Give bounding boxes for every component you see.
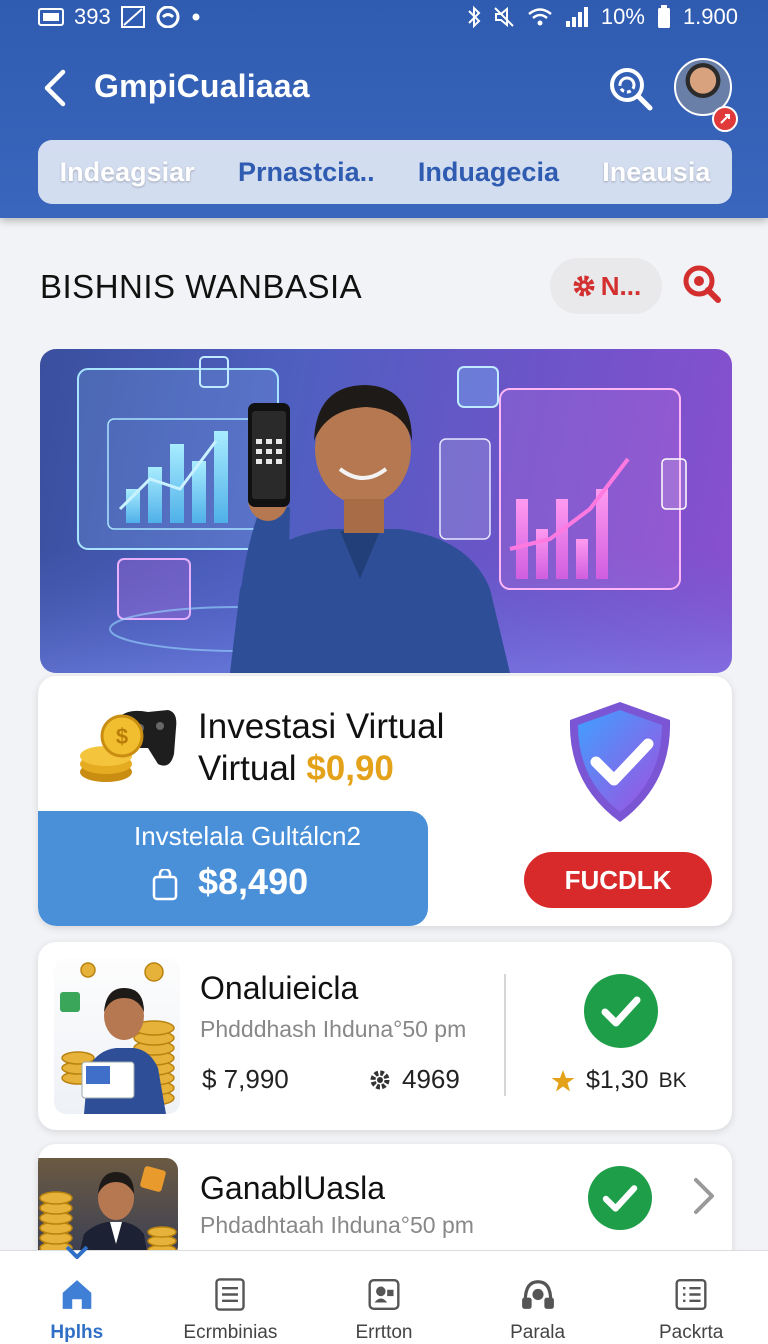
bottom-nav: Hplhs Ecrmbinias Errtton Parala Packrta [0,1245,768,1344]
invest-action-button[interactable]: FUCDLK [524,852,712,908]
signal-icon [565,7,589,27]
invest-amount-panel[interactable]: Invstelala Gultálcn2 $8,490 [38,811,428,926]
investor-photo [38,1158,178,1258]
scan-search-button[interactable] [606,64,654,112]
scan-search-icon [610,68,653,111]
active-indicator-icon [65,1245,89,1259]
status-clock: 1.900 [682,4,738,29]
nav-item-packages[interactable]: Packrta [616,1251,766,1344]
top-bar: GmpiCualiaaa [0,52,768,132]
gear-badge-icon [370,1070,390,1089]
app-header: 393 10% 1.900 GmpiCualiaaa Indeagsiar Pr… [0,0,768,218]
section-title: BISHNIS WANBASIA [40,268,363,305]
nav-item-home[interactable]: Hplhs [2,1245,152,1344]
wifi-icon [527,7,553,27]
hero-banner[interactable] [40,349,732,673]
tab-1[interactable]: Prnastcia.. [238,157,375,188]
status-bar: 393 10% 1.900 [0,0,768,34]
battery-icon [657,5,671,29]
back-button[interactable] [34,62,74,114]
dot-icon [191,12,201,22]
notification-badge [712,106,738,132]
investor-photo [54,958,180,1114]
item-title: GanablUasla [200,1170,385,1206]
nav-label: Packrta [658,1322,724,1343]
nav-item-profile[interactable]: Parala [463,1251,613,1344]
bag-icon [152,867,178,901]
investment-list-item[interactable]: Onaluieicla Phdddhash Ihduna°50 pm $ 7,9… [38,942,732,1130]
chevron-right-icon[interactable] [686,1174,722,1218]
mute-icon [493,6,515,28]
verified-check-icon [584,974,658,1048]
item-subtitle: Phdadhtaah Ihduna°50 pm [200,1212,474,1238]
tab-0[interactable]: Indeagsiar [60,157,195,188]
home-icon [62,1280,92,1309]
id-card-icon [368,1278,400,1311]
divider [504,974,506,1096]
item-reward-suffix: BK [658,1068,687,1092]
search-icon [683,265,721,303]
nav-label: Ecrmbinias [183,1322,278,1343]
category-tabs: Indeagsiar Prnastcia.. Induagecia Ineaus… [38,140,732,204]
wifi-call-icon [155,6,181,28]
item-rating-value: 4969 [402,1064,460,1094]
verified-check-icon [588,1166,652,1230]
tab-2[interactable]: Induagecia [418,157,559,188]
nav-label: Hplhs [50,1322,104,1343]
investment-card[interactable]: $ Investasi Virtual Virtual $0,90 Invste… [38,676,732,926]
item-rating: 4969 [368,1064,460,1095]
nav-item-card[interactable]: Errtton [309,1251,459,1344]
item-title: Onaluieicla [200,970,359,1006]
gallery-icon [38,7,64,27]
image-icon [120,6,145,28]
search-button[interactable] [680,262,724,306]
document-list-icon [215,1278,246,1311]
nav-item-list[interactable]: Ecrmbinias [155,1251,305,1344]
tab-3[interactable]: Ineausia [602,157,710,188]
chevron-left-icon [44,69,66,107]
settings-filter-button[interactable]: N... [550,258,662,314]
card-title-line1: Investasi Virtual [198,707,445,746]
bluetooth-icon [467,5,481,29]
item-subtitle: Phdddhash Ihduna°50 pm [200,1016,467,1042]
coins-gamepad-icon: $ [78,698,178,790]
support-headset-icon [521,1280,554,1309]
checklist-icon [675,1278,707,1311]
svg-text:$: $ [116,724,128,749]
star-icon [551,1069,575,1091]
item-price: $ 7,990 [202,1064,289,1094]
shield-check-icon [562,698,678,826]
gear-icon [573,275,595,297]
filter-label: N... [600,270,642,301]
page-title: GmpiCualiaaa [94,68,310,104]
nav-label: Parala [510,1322,566,1343]
item-reward: $1,30 BK [550,1066,687,1095]
battery-percent: 10% [600,4,645,29]
invest-amount: $8,490 [198,861,309,902]
invest-amount-label: Invstelala Gultálcn2 [134,821,361,851]
card-title-line2: Virtual [198,749,297,788]
card-price: $0,90 [306,749,394,788]
card-title: Investasi Virtual Virtual $0,90 [198,706,444,790]
hero-illustration [40,356,732,673]
nav-label: Errtton [355,1322,413,1343]
item-reward-value: $1,30 [586,1066,649,1094]
status-time: 393 [74,4,111,29]
